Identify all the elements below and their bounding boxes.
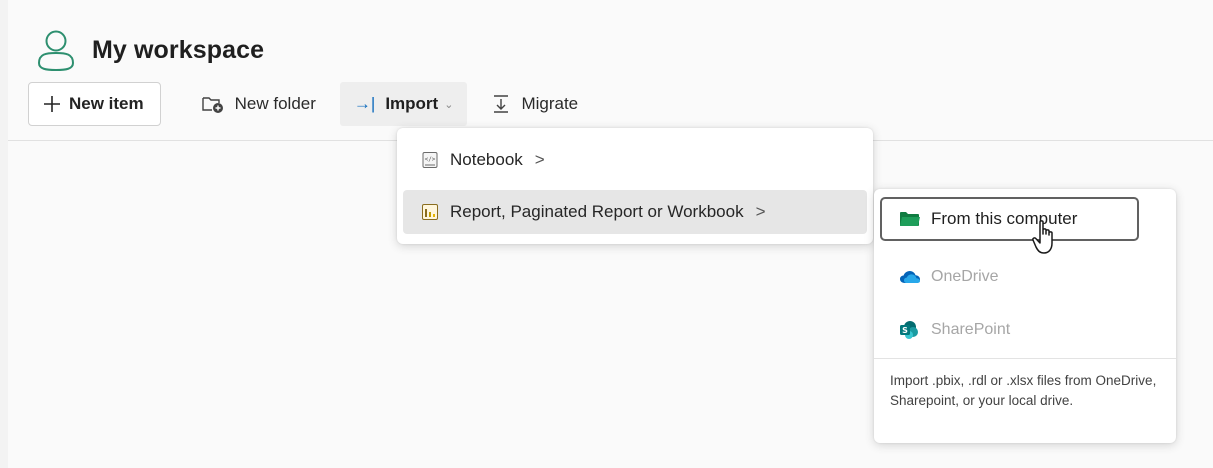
report-import-submenu: From this computer OneDrive S SharePoint… <box>874 189 1176 443</box>
hand-pointer-cursor-icon <box>1032 220 1053 254</box>
chevron-down-icon: ⌄ <box>444 98 454 111</box>
chevron-right-icon: > <box>755 202 766 221</box>
sub-item-label: SharePoint <box>931 321 1011 338</box>
menu-item-notebook[interactable]: </> Notebook > <box>403 138 867 182</box>
onedrive-icon <box>899 268 921 286</box>
import-button[interactable]: →| Import ⌄ <box>339 82 468 126</box>
import-dropdown-menu: </> Notebook > Report, Paginated Report … <box>397 128 873 244</box>
sharepoint-icon: S <box>899 321 921 339</box>
new-item-label: New item <box>69 94 144 113</box>
folder-icon <box>899 210 921 228</box>
svg-text:</>: </> <box>425 156 436 163</box>
workspace-toolbar: New item New folder →| Import ⌄ Migrate <box>28 82 592 126</box>
new-item-button[interactable]: New item <box>28 82 161 126</box>
menu-item-report[interactable]: Report, Paginated Report or Workbook > <box>403 190 867 234</box>
notebook-icon: </> <box>421 151 439 169</box>
page-title: My workspace <box>92 35 265 64</box>
submenu-divider <box>874 358 1176 359</box>
import-description: Import .pbix, .rdl or .xlsx files from O… <box>890 373 1157 408</box>
page: My workspace New item New folder →| Impo… <box>0 0 1213 468</box>
sub-item-label: OneDrive <box>931 268 999 285</box>
svg-text:S: S <box>902 326 908 335</box>
user-workspace-icon <box>37 30 75 72</box>
onedrive-option[interactable]: OneDrive <box>880 255 1139 299</box>
report-icon <box>421 203 439 221</box>
from-this-computer-button[interactable]: From this computer <box>880 197 1139 241</box>
menu-item-label: Notebook <box>450 150 523 169</box>
migrate-icon <box>494 95 509 113</box>
import-label: Import <box>385 94 439 113</box>
workspace-header: My workspace <box>36 28 264 72</box>
left-edge-strip <box>0 0 8 468</box>
import-arrow-icon: →| <box>353 94 376 113</box>
menu-item-label: Report, Paginated Report or Workbook <box>450 202 744 221</box>
new-folder-icon <box>201 97 223 113</box>
migrate-button[interactable]: Migrate <box>477 82 592 126</box>
plus-icon <box>44 96 60 112</box>
sharepoint-option[interactable]: S SharePoint <box>880 308 1139 352</box>
new-folder-button[interactable]: New folder <box>187 82 330 126</box>
migrate-label: Migrate <box>521 94 579 113</box>
chevron-right-icon: > <box>534 150 545 169</box>
new-folder-label: New folder <box>234 94 316 113</box>
